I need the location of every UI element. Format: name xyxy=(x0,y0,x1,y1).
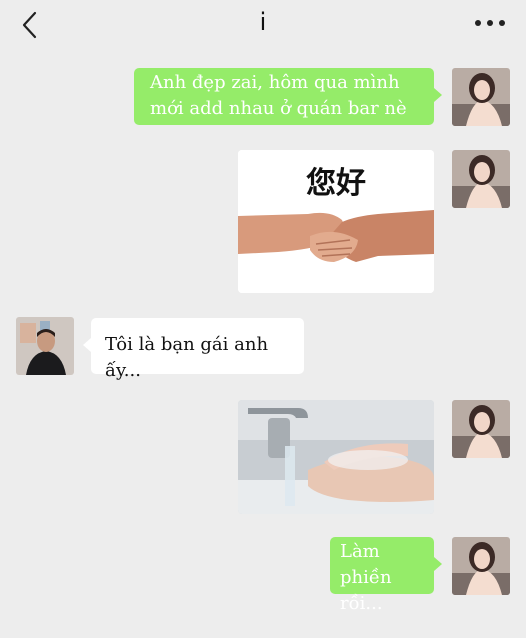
message-text-line: Anh đẹp zai, hôm qua mình xyxy=(150,72,400,93)
contact-avatar[interactable] xyxy=(16,317,74,375)
message-text-line: Làm phiền xyxy=(340,541,392,588)
chat-title: i xyxy=(259,8,267,36)
sent-message-bubble[interactable]: Làm phiền rồi... xyxy=(330,537,434,614)
sent-image-handwashing[interactable] xyxy=(238,400,434,514)
self-avatar[interactable] xyxy=(452,400,510,458)
bubble-tail xyxy=(434,88,442,102)
message-text: Tôi là bạn gái anh ấy... xyxy=(105,334,269,381)
bubble-tail xyxy=(83,338,91,352)
sent-message-bubble[interactable]: Anh đẹp zai, hôm qua mình mới add nhau ở… xyxy=(134,68,434,125)
bubble-tail xyxy=(434,557,442,571)
image-caption: 您好 xyxy=(306,166,366,201)
self-avatar[interactable] xyxy=(452,150,510,208)
self-avatar[interactable] xyxy=(452,537,510,595)
more-dots-icon xyxy=(475,20,505,26)
chat-header: i xyxy=(0,0,526,50)
message-text-line: rồi... xyxy=(340,593,383,614)
received-message-bubble[interactable]: Tôi là bạn gái anh ấy... xyxy=(91,318,304,381)
message-text-line: mới add nhau ở quán bar nè xyxy=(150,98,407,119)
more-button[interactable] xyxy=(472,10,508,36)
self-avatar[interactable] xyxy=(452,68,510,126)
sent-image-handshake[interactable]: 您好 xyxy=(238,150,434,293)
